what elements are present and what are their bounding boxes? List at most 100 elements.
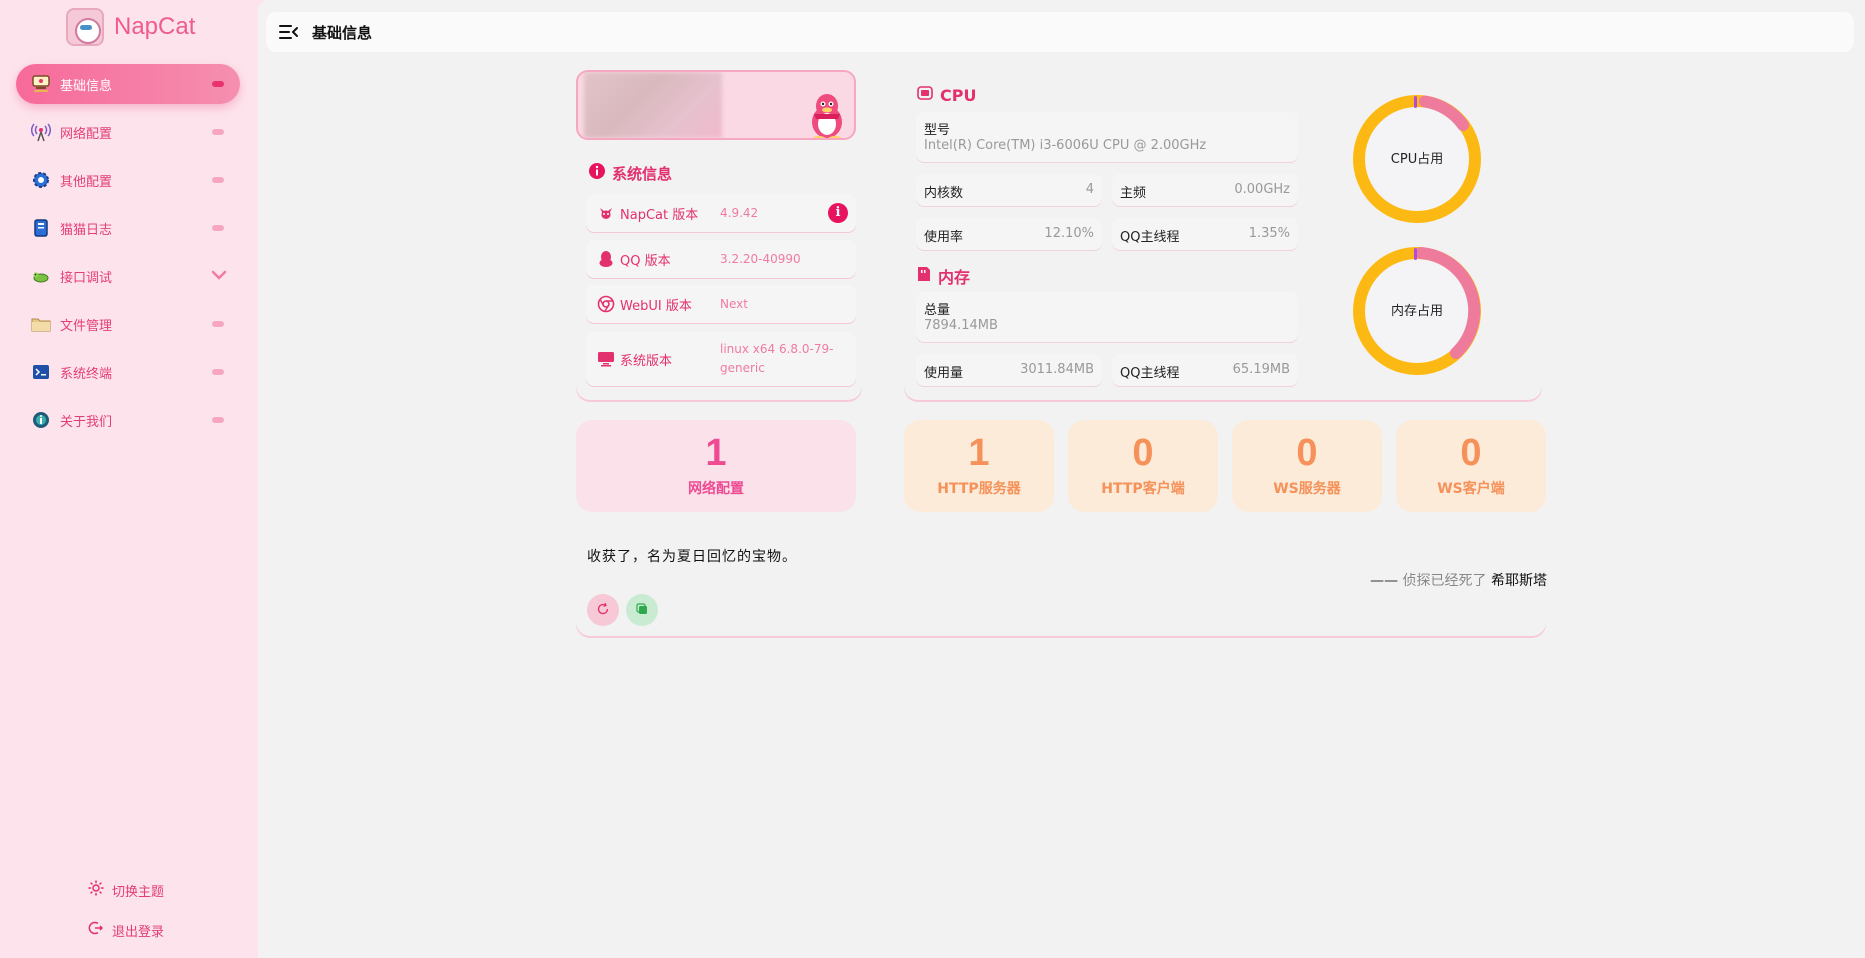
os-version-row: 系统版本 linux x64 6.8.0-79-generic <box>586 332 856 386</box>
stat-label: 使用量 <box>924 366 964 381</box>
row-value: linux x64 6.8.0-79-generic <box>720 342 834 375</box>
quote-dash: —— <box>1370 573 1399 589</box>
stat-label: 型号 <box>924 123 951 138</box>
memory-usage-donut: 内存占用 <box>1350 244 1484 378</box>
stat-label: QQ主线程 <box>1120 366 1180 381</box>
count-label: 网络配置 <box>688 481 744 497</box>
copy-quote-button[interactable] <box>626 594 658 626</box>
http-client-count[interactable]: 0 HTTP客户端 <box>1068 420 1218 512</box>
stat-label: 使用率 <box>924 230 964 245</box>
row-key: WebUI 版本 <box>620 298 692 314</box>
row-key: QQ 版本 <box>620 253 671 269</box>
sidebar-item-files[interactable]: 文件管理 <box>16 304 240 344</box>
sidebar-item-api-debug[interactable]: 接口调试 <box>16 256 240 296</box>
quote-source: —— 侦探已经死了 希耶斯塔 <box>1370 570 1547 590</box>
count-value: 1 <box>968 432 990 474</box>
cpu-freq-stat: 主频 0.00GHz <box>1112 174 1298 206</box>
version-info-icon[interactable]: i <box>828 203 848 223</box>
ws-server-count[interactable]: 0 WS服务器 <box>1232 420 1382 512</box>
chevron-down-icon[interactable] <box>210 266 228 288</box>
qq-profile-card[interactable] <box>576 70 856 140</box>
qq-version-row: QQ 版本 3.2.20-40990 <box>586 240 856 278</box>
quote-text: 收获了，名为夏日回忆的宝物。 <box>587 549 797 565</box>
logout-label: 退出登录 <box>112 924 165 940</box>
app-name: NapCat <box>114 13 196 40</box>
count-value: 0 <box>1296 432 1318 474</box>
count-value: 0 <box>1460 432 1482 474</box>
sidebar-item-other-config[interactable]: 其他配置 <box>16 160 240 200</box>
cpu-title-text: CPU <box>940 85 977 105</box>
sidebar-item-label: 其他配置 <box>60 174 113 190</box>
count-label: WS客户端 <box>1437 481 1505 497</box>
copy-icon <box>635 601 649 620</box>
sidebar-item-basic-info[interactable]: 基础信息 <box>16 64 240 104</box>
github-cat-icon <box>596 203 616 223</box>
theme-toggle-label: 切换主题 <box>112 884 165 900</box>
blurred-avatar <box>584 72 722 138</box>
system-info-title-text: 系统信息 <box>612 164 673 183</box>
info-bubble-icon <box>30 409 52 431</box>
monitor-icon <box>596 349 616 369</box>
brand[interactable]: NapCat <box>66 8 195 46</box>
dashboard-icon <box>30 73 52 95</box>
sidebar-nav: 基础信息 网络配置 其他配置 猫猫日志 接口调试 文件管理 系统终端 关于我们 <box>16 64 240 448</box>
napcat-logo <box>66 8 104 46</box>
cpu-chip-icon <box>916 84 934 106</box>
refresh-icon <box>596 601 610 620</box>
memory-total-stat: 总量 7894.14MB <box>916 292 1298 342</box>
stat-label: QQ主线程 <box>1120 230 1180 245</box>
row-key: 系统版本 <box>620 353 673 369</box>
ws-client-count[interactable]: 0 WS客户端 <box>1396 420 1546 512</box>
sidebar-item-label: 接口调试 <box>60 270 113 286</box>
stat-value: 65.19MB <box>1232 362 1290 377</box>
sidebar-item-network[interactable]: 网络配置 <box>16 112 240 152</box>
sidebar: NapCat 基础信息 网络配置 其他配置 猫猫日志 接口调试 文件管理 系统终… <box>0 0 258 958</box>
network-config-count[interactable]: 1 网络配置 <box>576 420 856 512</box>
cpu-qq-stat: QQ主线程 1.35% <box>1112 218 1298 250</box>
stat-label: 内核数 <box>924 186 964 201</box>
sidebar-item-logs[interactable]: 猫猫日志 <box>16 208 240 248</box>
cpu-cores-stat: 内核数 4 <box>916 174 1102 206</box>
sidebar-item-terminal[interactable]: 系统终端 <box>16 352 240 392</box>
memory-title-text: 内存 <box>938 268 971 287</box>
logout-button[interactable]: 退出登录 <box>88 920 164 940</box>
quote-author: 希耶斯塔 <box>1491 573 1547 589</box>
sun-icon <box>88 880 104 900</box>
cpu-usage-donut: CPU占用 <box>1350 92 1484 226</box>
cpu-donut-label: CPU占用 <box>1390 152 1444 167</box>
stat-value: Intel(R) Core(TM) i3-6006U CPU @ 2.00GHz <box>924 138 1207 153</box>
item-indicator <box>212 417 224 423</box>
info-circle-icon <box>588 162 606 184</box>
menu-collapse-icon[interactable] <box>278 21 300 43</box>
cpu-title: CPU <box>916 84 976 106</box>
sidebar-item-label: 基础信息 <box>60 78 113 94</box>
http-server-count[interactable]: 1 HTTP服务器 <box>904 420 1054 512</box>
logout-icon <box>88 920 104 940</box>
memory-qq-stat: QQ主线程 65.19MB <box>1112 354 1298 386</box>
item-indicator <box>212 321 224 327</box>
top-bar: 基础信息 <box>266 12 1854 52</box>
webui-version-row: WebUI 版本 Next <box>586 285 856 323</box>
stat-value: 3011.84MB <box>1020 362 1094 377</box>
antenna-icon <box>30 121 52 143</box>
theme-toggle-button[interactable]: 切换主题 <box>88 880 164 900</box>
terminal-icon <box>30 361 52 383</box>
sidebar-item-label: 系统终端 <box>60 366 113 382</box>
folder-icon <box>30 313 52 335</box>
quote-work: 侦探已经死了 <box>1402 573 1487 589</box>
row-key: NapCat 版本 <box>620 207 699 223</box>
stat-label: 总量 <box>924 303 951 318</box>
item-indicator <box>212 129 224 135</box>
active-indicator <box>212 81 224 87</box>
count-value: 0 <box>1132 432 1154 474</box>
refresh-quote-button[interactable] <box>587 594 619 626</box>
sidebar-item-label: 猫猫日志 <box>60 222 113 238</box>
qq-penguin-icon <box>806 92 848 138</box>
bug-icon <box>30 265 52 287</box>
count-value: 1 <box>705 432 727 474</box>
count-label: HTTP客户端 <box>1101 481 1185 497</box>
sidebar-item-label: 关于我们 <box>60 414 113 430</box>
sidebar-item-about[interactable]: 关于我们 <box>16 400 240 440</box>
count-label: HTTP服务器 <box>937 481 1021 497</box>
memory-used-stat: 使用量 3011.84MB <box>916 354 1102 386</box>
